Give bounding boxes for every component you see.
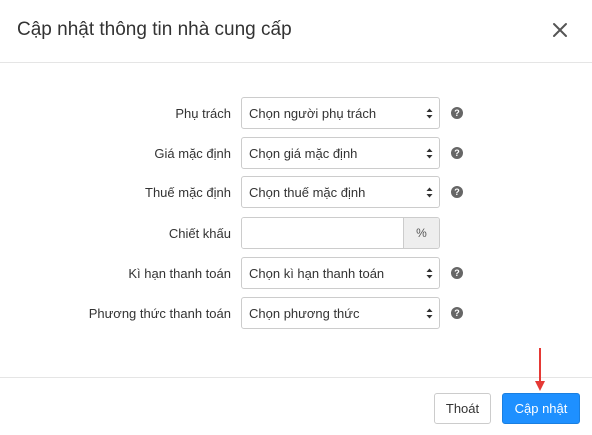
assignee-label: Phụ trách (175, 106, 231, 121)
select-caret-icon (426, 148, 433, 159)
default-price-select-value: Chọn giá mặc định (249, 146, 358, 161)
field-row-default-tax: Thuế mặc định Chọn thuế mặc định ? (0, 176, 592, 208)
help-icon[interactable]: ? (451, 186, 463, 198)
payment-term-select[interactable]: Chọn kì hạn thanh toán (241, 257, 440, 289)
dialog-header: Cập nhật thông tin nhà cung cấp (0, 0, 592, 63)
default-price-select[interactable]: Chọn giá mặc định (241, 137, 440, 169)
field-row-assignee: Phụ trách Chọn người phụ trách ? (0, 97, 592, 129)
default-tax-select-value: Chọn thuế mặc định (249, 185, 366, 200)
assignee-select-value: Chọn người phụ trách (249, 106, 377, 121)
help-icon[interactable]: ? (451, 307, 463, 319)
field-row-discount: Chiết khấu % (0, 217, 592, 249)
select-caret-icon (426, 187, 433, 198)
assignee-select[interactable]: Chọn người phụ trách (241, 97, 440, 129)
annotation-arrow-icon (535, 348, 545, 391)
supplier-update-dialog: Cập nhật thông tin nhà cung cấp Phụ trác… (0, 0, 592, 435)
select-caret-icon (426, 268, 433, 279)
payment-term-label: Kì hạn thanh toán (128, 266, 231, 281)
default-tax-label: Thuế mặc định (145, 185, 231, 200)
payment-method-label: Phương thức thanh toán (88, 306, 231, 321)
select-caret-icon (426, 108, 433, 119)
field-row-default-price: Giá mặc định Chọn giá mặc định ? (0, 137, 592, 169)
cancel-button[interactable]: Thoát (434, 393, 491, 424)
help-icon[interactable]: ? (451, 107, 463, 119)
help-icon[interactable]: ? (451, 147, 463, 159)
help-icon[interactable]: ? (451, 267, 463, 279)
percent-addon: % (403, 218, 439, 248)
discount-input[interactable] (242, 218, 405, 248)
field-row-payment-term: Kì hạn thanh toán Chọn kì hạn thanh toán… (0, 257, 592, 289)
default-price-label: Giá mặc định (154, 146, 231, 161)
payment-term-select-value: Chọn kì hạn thanh toán (249, 266, 385, 281)
close-icon[interactable] (550, 20, 570, 40)
submit-button[interactable]: Cập nhật (502, 393, 580, 424)
discount-input-group: % (241, 217, 440, 249)
default-tax-select[interactable]: Chọn thuế mặc định (241, 176, 440, 208)
payment-method-select-value: Chọn phương thức (249, 306, 360, 321)
dialog-footer: Thoát Cập nhật (0, 377, 592, 435)
discount-label: Chiết khấu (168, 226, 231, 241)
field-row-payment-method: Phương thức thanh toán Chọn phương thức … (0, 297, 592, 329)
select-caret-icon (426, 308, 433, 319)
payment-method-select[interactable]: Chọn phương thức (241, 297, 440, 329)
dialog-title: Cập nhật thông tin nhà cung cấp (17, 19, 292, 40)
